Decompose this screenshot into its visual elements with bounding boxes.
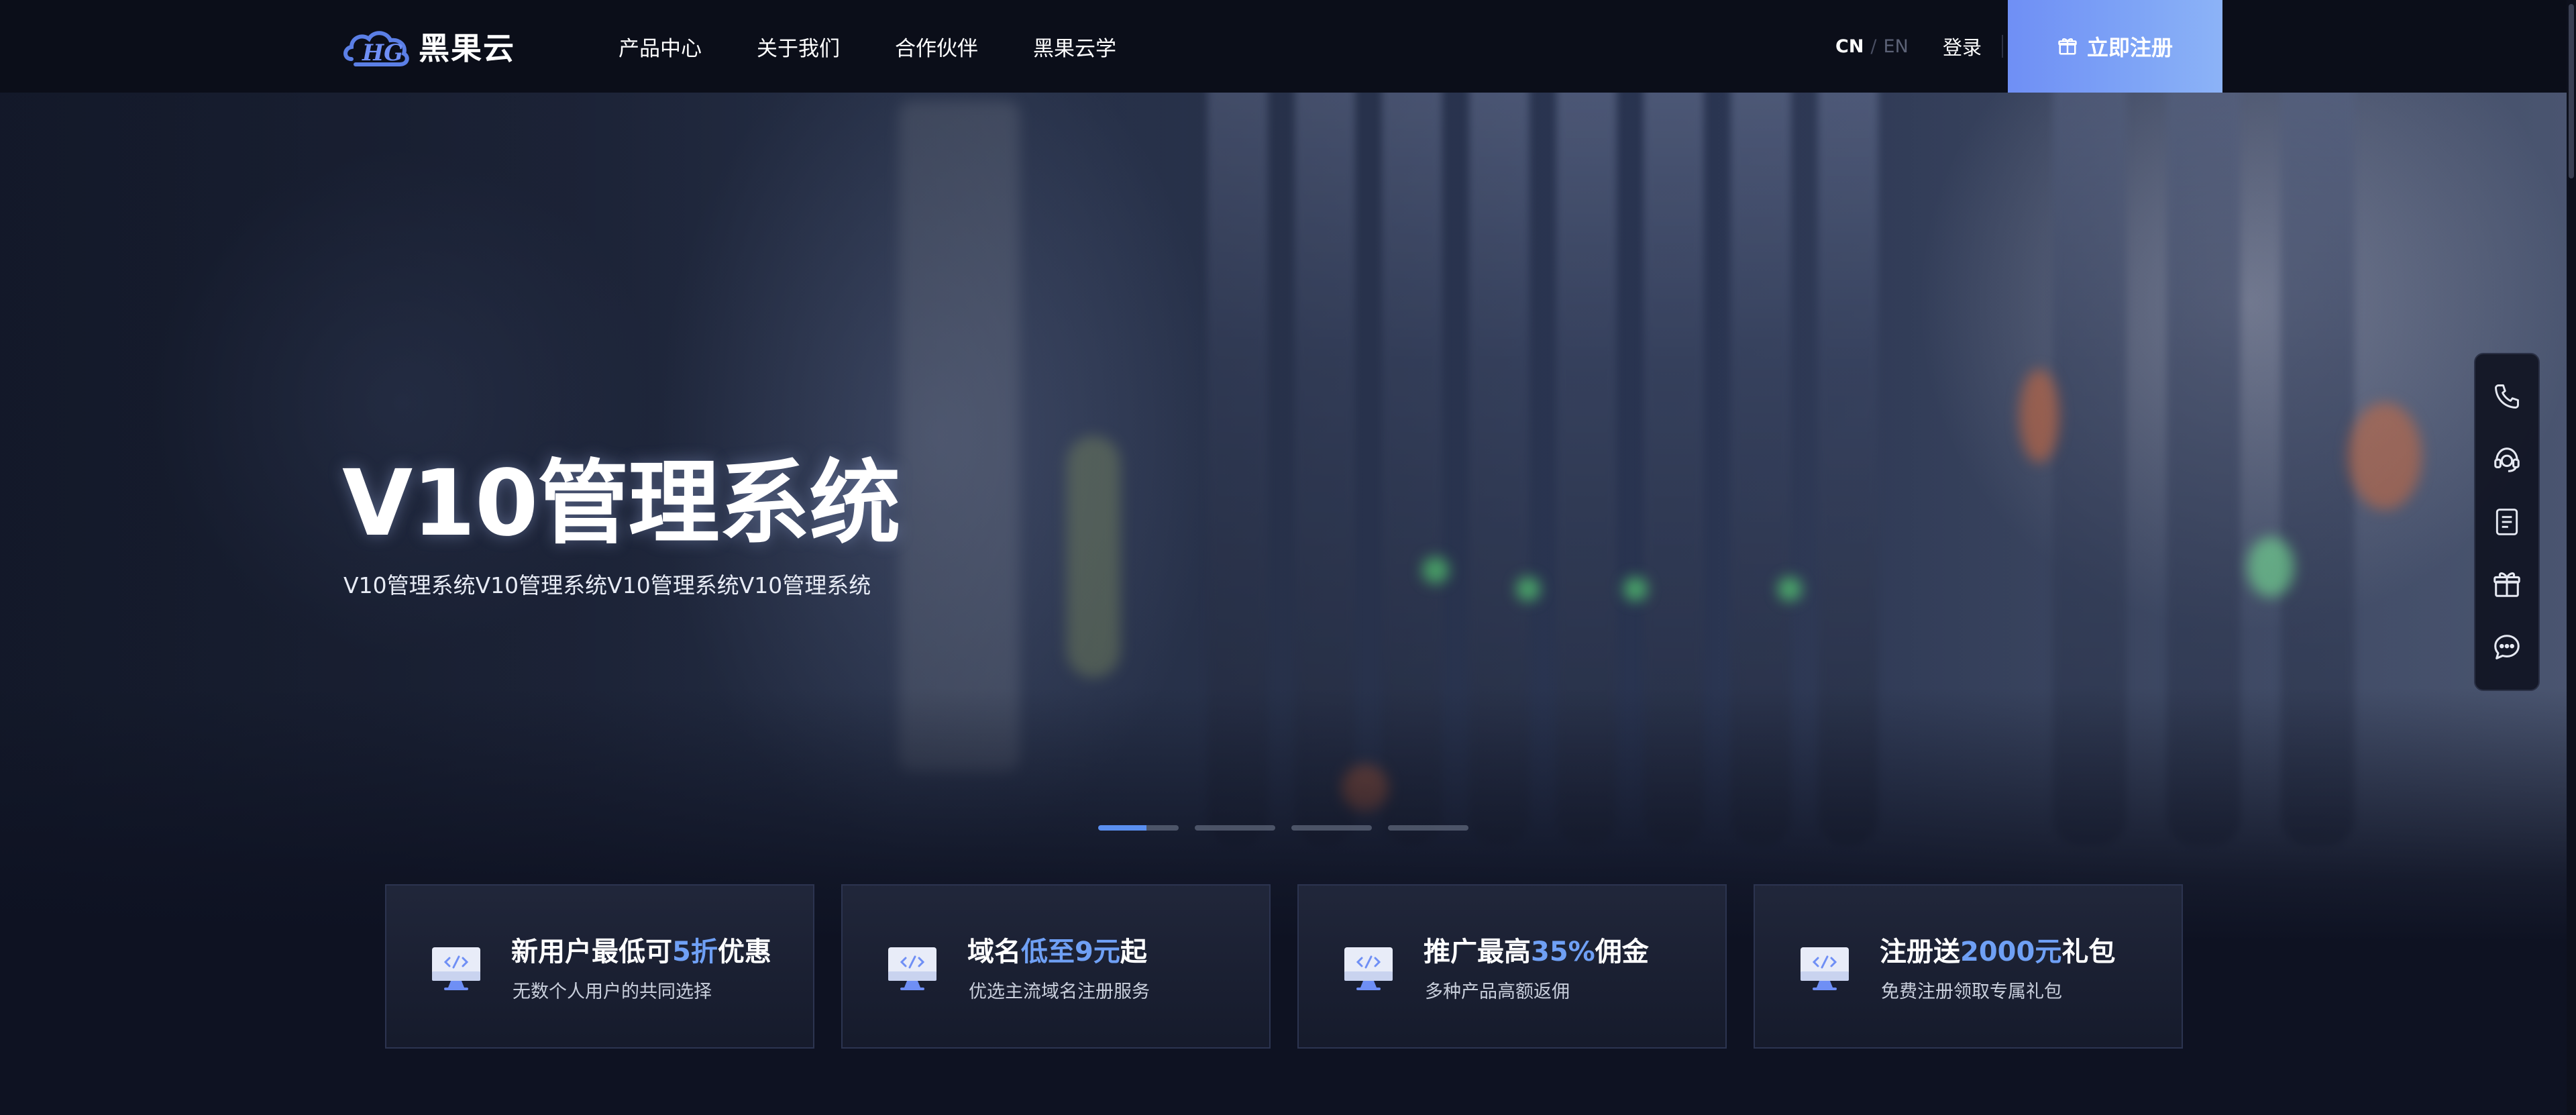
promo-description: 免费注册领取专属礼包 [1881, 981, 2062, 1002]
phone-icon[interactable] [2487, 376, 2527, 417]
promo-card-discount[interactable]: 新用户最低可5折优惠 无数个人用户的共同选择 [385, 884, 814, 1049]
hero-title: V10管理系统 [342, 451, 901, 557]
promo-cards: 新用户最低可5折优惠 无数个人用户的共同选择 域名低至9元起 优选主流域名注册服… [385, 884, 2183, 1049]
brand-logo[interactable]: HG 黑果云 [342, 24, 515, 68]
promo-title: 新用户最低可5折优惠 [511, 937, 771, 967]
brand-name: 黑果云 [419, 30, 515, 66]
promo-highlight: 35% [1531, 937, 1595, 967]
promo-card-affiliate[interactable]: 推广最高35%佣金 多种产品高额返佣 [1297, 884, 1727, 1049]
promo-description: 多种产品高额返佣 [1425, 981, 1570, 1002]
carousel-dot-1[interactable] [1098, 825, 1179, 831]
lang-en[interactable]: EN [1884, 36, 1909, 57]
page-scrollbar[interactable] [2567, 0, 2576, 1115]
promo-title: 注册送2000元礼包 [1880, 937, 2116, 967]
promo-card-domain[interactable]: 域名低至9元起 优选主流域名注册服务 [841, 884, 1271, 1049]
cloud-logo-icon: HG [343, 31, 409, 66]
svg-text:HG: HG [362, 40, 403, 66]
register-label: 立即注册 [2086, 35, 2173, 60]
promo-description: 优选主流域名注册服务 [969, 981, 1150, 1002]
carousel-indicators [1098, 825, 1485, 831]
carousel-dot-4[interactable] [1388, 825, 1468, 831]
promo-card-gift[interactable]: 注册送2000元礼包 免费注册领取专属礼包 [1754, 884, 2183, 1049]
header-divider [2002, 35, 2003, 58]
monitor-code-icon [888, 947, 936, 990]
main-nav: 产品中心 关于我们 合作伙伴 黑果云学 [619, 0, 1171, 93]
nav-partners[interactable]: 合作伙伴 [895, 32, 978, 62]
scrollbar-thumb[interactable] [2569, 4, 2574, 178]
promo-title: 域名低至9元起 [967, 937, 1147, 967]
promo-description: 无数个人用户的共同选择 [513, 981, 712, 1002]
promo-highlight: 低至9元 [1021, 937, 1120, 967]
lang-cn[interactable]: CN [1835, 36, 1864, 57]
lang-separator: / [1870, 36, 1877, 57]
floating-toolbar [2474, 353, 2540, 691]
gift-icon[interactable] [2487, 564, 2527, 604]
promo-title: 推广最高35%佣金 [1424, 937, 1649, 967]
register-button[interactable]: 立即注册 [2008, 0, 2222, 93]
chat-icon[interactable] [2487, 627, 2527, 668]
carousel-dot-2[interactable] [1195, 825, 1275, 831]
promo-highlight: 2000元 [1960, 937, 2062, 967]
hero-subtitle: V10管理系统V10管理系统V10管理系统V10管理系统 [343, 572, 871, 598]
nav-about[interactable]: 关于我们 [757, 32, 840, 62]
monitor-code-icon [1801, 947, 1849, 990]
promo-highlight: 5折 [672, 937, 718, 967]
nav-products[interactable]: 产品中心 [619, 32, 702, 62]
monitor-code-icon [1344, 947, 1393, 990]
customer-service-icon[interactable] [2487, 439, 2527, 480]
nav-academy[interactable]: 黑果云学 [1033, 32, 1116, 62]
gift-icon [2057, 36, 2078, 56]
login-link[interactable]: 登录 [1943, 0, 1982, 93]
language-switcher: CN / EN [1835, 0, 1909, 93]
document-icon[interactable] [2487, 502, 2527, 542]
carousel-dot-3[interactable] [1291, 825, 1372, 831]
top-navbar: HG 黑果云 产品中心 关于我们 合作伙伴 黑果云学 CN / EN 登录 立即… [0, 0, 2576, 93]
monitor-code-icon [432, 947, 480, 990]
